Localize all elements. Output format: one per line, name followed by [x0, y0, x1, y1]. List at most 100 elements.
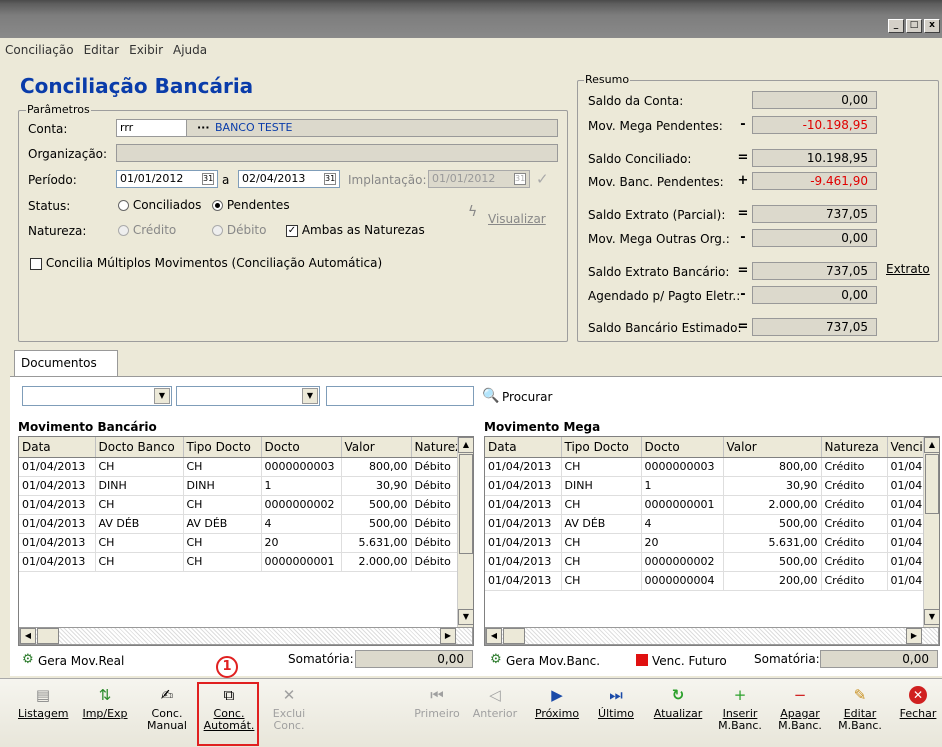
table-row[interactable]: 01/04/2013 DINH DINH 1 30,90 Débito [19, 476, 460, 496]
filter-text-input[interactable] [326, 386, 474, 406]
natureza-credito-option[interactable]: Crédito [118, 223, 176, 237]
gera-mov-banc-button[interactable]: Gera Mov.Banc. [506, 654, 600, 668]
visualizar-button[interactable]: Visualizar [488, 212, 546, 226]
table-cell: 30,90 [341, 476, 412, 496]
scroll-down-icon[interactable]: ▼ [458, 609, 473, 625]
calendar-icon[interactable]: 31 [202, 173, 214, 185]
apagar-mbanc-button[interactable]: − Apagar M.Banc. [774, 686, 826, 732]
status-conciliados-option[interactable]: Conciliados [118, 198, 201, 212]
conc-manual-button[interactable]: ✍ Conc. Manual [142, 686, 192, 732]
checkbox-icon [30, 257, 42, 270]
resumo-label: Mov. Mega Pendentes: [588, 119, 723, 133]
scroll-thumb[interactable] [925, 454, 939, 514]
maximize-button[interactable]: □ [906, 19, 922, 33]
natureza-debito-option[interactable]: Débito [212, 223, 266, 237]
primeiro-button[interactable]: ⏮ Primeiro [412, 686, 462, 720]
status-pendentes-option[interactable]: Pendentes [212, 198, 290, 212]
inserir-mbanc-button[interactable]: + Inserir M.Banc. [714, 686, 766, 732]
filter-combo-2[interactable]: ▼ [176, 386, 320, 406]
scroll-thumb[interactable] [503, 628, 525, 644]
scroll-thumb[interactable] [37, 628, 59, 644]
anterior-button[interactable]: ◁ Anterior [470, 686, 520, 720]
table-row[interactable]: 01/04/2013 CH 0000000003 800,00 Crédito 01/04 [485, 457, 926, 477]
table-cell: 20 [261, 533, 342, 553]
banco-vertical-scrollbar[interactable]: ▲ ▼ [457, 437, 473, 627]
column-header[interactable]: Vencimento [887, 437, 926, 458]
column-header[interactable]: Docto [261, 437, 342, 458]
minimize-button[interactable]: _ [888, 19, 904, 33]
periodo-to-input[interactable]: 02/04/2013 31 [238, 170, 340, 188]
periodo-separator: a [222, 173, 230, 187]
proximo-button[interactable]: ▶ Próximo [532, 686, 582, 720]
table-row[interactable]: 01/04/2013 CH CH 20 5.631,00 Débito [19, 533, 460, 553]
column-header[interactable]: Valor [341, 437, 412, 458]
table-row[interactable]: 01/04/2013 AV DÉB AV DÉB 4 500,00 Débito [19, 514, 460, 534]
chevron-down-icon[interactable]: ▼ [302, 388, 318, 404]
close-button[interactable]: x [924, 19, 940, 33]
table-row[interactable]: 01/04/2013 AV DÉB 4 500,00 Crédito 01/04 [485, 514, 926, 534]
table-row[interactable]: 01/04/2013 CH 0000000002 500,00 Crédito 01/04 [485, 552, 926, 572]
scroll-down-icon[interactable]: ▼ [924, 609, 939, 625]
mega-vertical-scrollbar[interactable]: ▲ ▼ [923, 437, 939, 627]
exclui-conc-button[interactable]: ✕ Exclui Conc. [266, 686, 312, 732]
periodo-from-input[interactable]: 01/01/2012 31 [116, 170, 218, 188]
ambas-naturezas-checkbox[interactable]: ✓ Ambas as Naturezas [286, 223, 425, 237]
table-row[interactable]: 01/04/2013 CH 20 5.631,00 Crédito 01/04 [485, 533, 926, 553]
concilia-multiplos-checkbox[interactable]: Concilia Múltiplos Movimentos (Conciliaç… [30, 256, 382, 270]
table-row[interactable]: 01/04/2013 CH 0000000004 200,00 Crédito 01/04 [485, 571, 926, 591]
mega-horizontal-scrollbar[interactable]: ◀ ▶ [485, 627, 939, 645]
menu-exibir[interactable]: Exibir [129, 43, 163, 57]
filter-combo-1[interactable]: ▼ [22, 386, 172, 406]
column-header[interactable]: Docto Banco [95, 437, 184, 458]
banco-horizontal-scrollbar[interactable]: ◀ ▶ [19, 627, 473, 645]
scroll-right-icon[interactable]: ▶ [440, 628, 456, 644]
scroll-up-icon[interactable]: ▲ [458, 437, 473, 453]
scroll-left-icon[interactable]: ◀ [20, 628, 36, 644]
conta-input[interactable]: rrr [117, 120, 187, 136]
atualizar-button[interactable]: ↻ Atualizar [650, 686, 706, 720]
ultimo-button[interactable]: ⏭ Último [594, 686, 638, 720]
table-cell: 500,00 [341, 495, 412, 515]
table-cell: 01/04 [887, 552, 926, 572]
conta-field: rrr ··· BANCO TESTE [116, 119, 558, 137]
table-cell: 01/04/2013 [485, 457, 562, 477]
scroll-left-icon[interactable]: ◀ [486, 628, 502, 644]
menu-editar[interactable]: Editar [84, 43, 120, 57]
listagem-button[interactable]: ▤ Listagem [18, 686, 68, 720]
editar-mbanc-button[interactable]: ✎ Editar M.Banc. [834, 686, 886, 732]
table-cell: Crédito [821, 533, 888, 553]
column-header[interactable]: Data [19, 437, 96, 458]
scroll-right-icon[interactable]: ▶ [906, 628, 922, 644]
column-header[interactable]: Natureza [411, 437, 460, 458]
menu-ajuda[interactable]: Ajuda [173, 43, 207, 57]
table-row[interactable]: 01/04/2013 CH CH 0000000002 500,00 Débito [19, 495, 460, 515]
fechar-button[interactable]: ✕ Fechar [896, 686, 940, 720]
column-header[interactable]: Data [485, 437, 562, 458]
table-row[interactable]: 01/04/2013 CH 0000000001 2.000,00 Crédito 01/… [485, 495, 926, 515]
calendar-icon[interactable]: 31 [324, 173, 336, 185]
scroll-thumb[interactable] [459, 454, 473, 554]
procurar-button[interactable]: Procurar [502, 390, 552, 404]
last-icon: ⏭ [609, 686, 623, 704]
column-header[interactable]: Docto [641, 437, 724, 458]
calendar-icon: 31 [514, 173, 526, 185]
chevron-down-icon[interactable]: ▼ [154, 388, 170, 404]
conta-lookup-button[interactable]: ··· [197, 121, 210, 134]
table-row[interactable]: 01/04/2013 DINH 1 30,90 Crédito 01/04 [485, 476, 926, 496]
extrato-link[interactable]: Extrato [886, 262, 930, 276]
delete-icon: − [793, 686, 807, 704]
table-cell: 01/04/2013 [485, 533, 562, 553]
column-header[interactable]: Tipo Docto [183, 437, 262, 458]
column-header[interactable]: Tipo Docto [561, 437, 642, 458]
column-header[interactable]: Valor [723, 437, 822, 458]
scroll-up-icon[interactable]: ▲ [924, 437, 939, 453]
impexp-button[interactable]: ⇅ Imp/Exp [78, 686, 132, 720]
table-cell: 200,00 [723, 571, 822, 591]
tab-documentos[interactable]: Documentos [14, 350, 118, 376]
gera-mov-real-button[interactable]: Gera Mov.Real [38, 654, 124, 668]
table-cell: CH [561, 495, 642, 515]
menu-conciliacao[interactable]: Conciliação [5, 43, 74, 57]
column-header[interactable]: Natureza [821, 437, 888, 458]
table-row[interactable]: 01/04/2013 CH CH 0000000003 800,00 Débito [19, 457, 460, 477]
table-row[interactable]: 01/04/2013 CH CH 0000000001 2.000,00 Débito [19, 552, 460, 572]
